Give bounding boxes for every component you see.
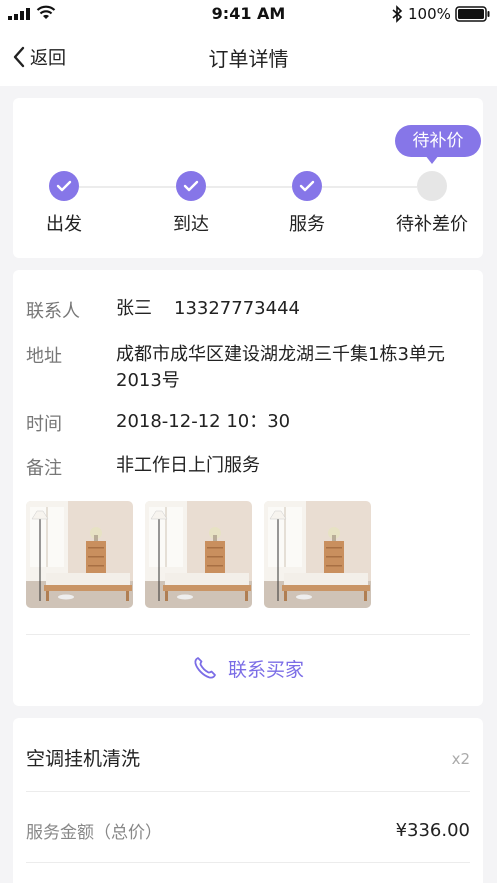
service-amount: ¥336.00 — [395, 820, 470, 841]
battery-percentage: 100% — [408, 5, 451, 23]
photo-thumbnail[interactable] — [264, 501, 371, 608]
status-bubble-tail — [425, 155, 439, 164]
step-dot-pending-price — [417, 171, 447, 201]
step-label: 出发 — [46, 214, 82, 235]
step-label: 服务 — [289, 214, 325, 235]
step-label: 到达 — [173, 214, 209, 235]
check-icon — [56, 180, 72, 192]
divider — [26, 791, 470, 792]
address-value: 成都市成华区建设湖龙湖三千集1栋3单元 2013号 — [116, 342, 445, 394]
step-label: 待补差价 — [396, 214, 468, 235]
status-bubble: 待补价 — [395, 125, 481, 157]
step-dot-arrive — [176, 171, 206, 201]
progress-track — [322, 186, 417, 188]
contact-name: 张三 — [116, 298, 152, 319]
progress-track — [206, 186, 292, 188]
contact-value: 张三 13327773444 — [116, 296, 300, 322]
phone-icon — [194, 657, 216, 679]
step-dot-service — [292, 171, 322, 201]
check-icon — [299, 180, 315, 192]
nav-bar: 返回 订单详情 — [0, 28, 497, 86]
address-line: 成都市成华区建设湖龙湖三千集1栋3单元 — [116, 344, 445, 365]
address-line: 2013号 — [116, 370, 180, 391]
divider — [26, 634, 470, 635]
time-label: 时间 — [26, 414, 62, 435]
order-info-card: 联系人 张三 13327773444 地址 成都市成华区建设湖龙湖三千集1栋3单元… — [13, 270, 483, 706]
service-card: 空调挂机清洗 x2 服务金额（总价） ¥336.00 — [13, 718, 483, 883]
progress-track — [79, 186, 176, 188]
time-value: 2018-12-12 10：30 — [116, 411, 291, 432]
contact-phone[interactable]: 13327773444 — [174, 298, 300, 319]
status-bar: 9:41 AM 100% — [0, 0, 497, 28]
note-label: 备注 — [26, 458, 62, 479]
bluetooth-icon — [392, 5, 403, 23]
photo-thumbnail[interactable] — [145, 501, 252, 608]
divider — [26, 862, 470, 863]
address-label: 地址 — [26, 346, 62, 367]
check-icon — [183, 180, 199, 192]
photo-thumbnail[interactable] — [26, 501, 133, 608]
step-dot-depart — [49, 171, 79, 201]
contact-label: 联系人 — [26, 301, 80, 322]
battery-icon — [455, 6, 490, 22]
service-name: 空调挂机清洗 — [26, 748, 141, 770]
progress-card: 待补价 出发 到达 服务 待补差价 — [13, 98, 483, 258]
contact-buyer-button[interactable]: 联系买家 — [13, 648, 483, 688]
page-title: 订单详情 — [208, 47, 289, 71]
contact-buyer-label: 联系买家 — [227, 658, 304, 681]
note-value: 非工作日上门服务 — [116, 455, 260, 476]
service-amount-label: 服务金额（总价） — [26, 823, 162, 843]
service-quantity: x2 — [451, 750, 470, 768]
